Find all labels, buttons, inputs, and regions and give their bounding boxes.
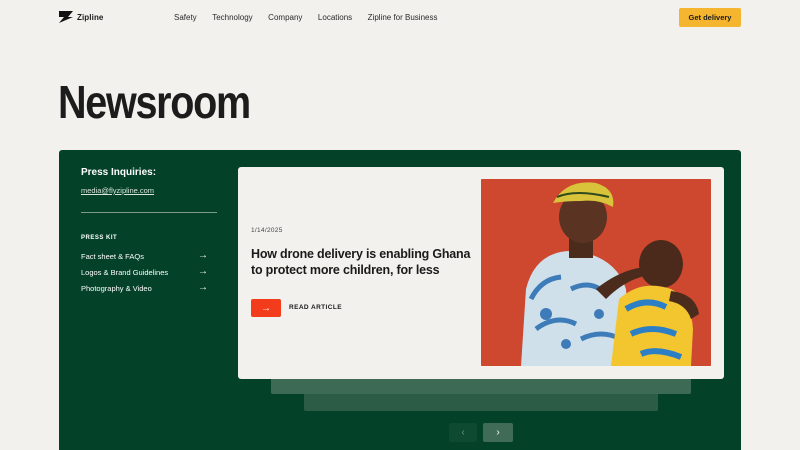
article-photo [481, 179, 711, 366]
nav-link-locations[interactable]: Locations [318, 13, 352, 22]
read-article-button[interactable]: → [251, 299, 281, 317]
arrow-right-icon: → [198, 266, 208, 277]
carousel-prev-button[interactable]: ‹ [449, 423, 477, 442]
nav-link-company[interactable]: Company [268, 13, 302, 22]
article-date: 1/14/2025 [251, 227, 283, 234]
get-delivery-button[interactable]: Get delivery [679, 8, 741, 27]
nav-link-business[interactable]: Zipline for Business [368, 13, 438, 22]
arrow-right-icon: → [198, 250, 208, 261]
arrow-right-icon: → [198, 282, 208, 293]
page-title: Newsroom [58, 76, 251, 128]
nav-links: Safety Technology Company Locations Zipl… [174, 13, 437, 22]
press-kit-item-logos[interactable]: Logos & Brand Guidelines → [81, 266, 208, 278]
divider [81, 212, 217, 213]
top-nav: Zipline Safety Technology Company Locati… [0, 0, 800, 36]
zipline-logo-icon [59, 11, 73, 23]
press-kit-item-label: Logos & Brand Guidelines [81, 267, 169, 277]
article-title[interactable]: How drone delivery is enabling Ghana to … [251, 246, 473, 278]
press-kit-item-label: Fact sheet & FAQs [81, 251, 144, 261]
press-kit-item-fact-sheet[interactable]: Fact sheet & FAQs → [81, 250, 208, 262]
brand-name: Zipline [77, 12, 104, 22]
carousel-card-stack-middle [271, 378, 691, 394]
press-kit-heading: PRESS KIT [81, 235, 118, 241]
brand-logo[interactable]: Zipline [59, 11, 103, 23]
nav-link-technology[interactable]: Technology [212, 13, 252, 22]
press-inquiries-heading: Press Inquiries: [81, 167, 157, 178]
carousel-card-stack-back [304, 392, 658, 411]
nav-link-safety[interactable]: Safety [174, 13, 197, 22]
press-email-link[interactable]: media@flyzipline.com [81, 186, 154, 195]
arrow-right-icon: → [261, 302, 271, 314]
press-kit-item-photography[interactable]: Photography & Video → [81, 282, 208, 294]
mother-feeding-child-photo [481, 179, 711, 366]
carousel-next-button[interactable]: › [483, 423, 513, 442]
read-article-label[interactable]: READ ARTICLE [289, 304, 342, 311]
press-kit-item-label: Photography & Video [81, 283, 152, 293]
